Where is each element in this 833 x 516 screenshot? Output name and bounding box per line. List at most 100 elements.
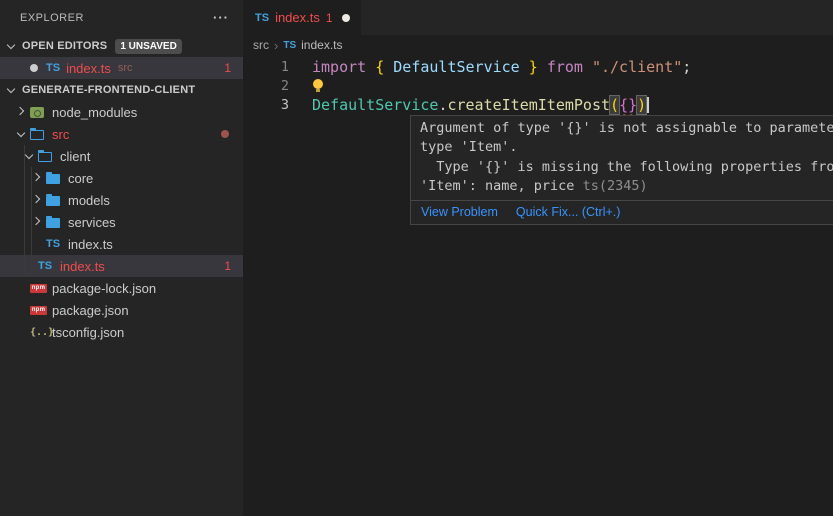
tree-item-package-json[interactable]: npm package.json (0, 299, 243, 321)
code-token: DefaultService (312, 96, 438, 114)
npm-icon: npm (30, 306, 47, 315)
chevron-right-icon (30, 192, 46, 208)
chevron-right-icon (30, 170, 46, 186)
tooltip-message: Argument of type '{}' is not assignable … (411, 116, 833, 200)
workspace-label: GENERATE-FRONTEND-CLIENT (22, 84, 195, 96)
tree-item-client[interactable]: client (0, 145, 243, 167)
tree-item-src[interactable]: src (0, 123, 243, 145)
tab-bar: TS index.ts 1 (243, 0, 833, 35)
chevron-right-icon (30, 214, 46, 230)
tab-index-ts[interactable]: TS index.ts 1 (243, 0, 361, 35)
code-token: . (438, 96, 447, 114)
folder-open-icon (30, 130, 44, 140)
tree-item-package-lock-json[interactable]: npmpackage-lock.json (0, 277, 243, 299)
tooltip-message-line: Argument of type '{}' is not assignable … (420, 119, 833, 138)
tree-item-label: core (68, 171, 93, 186)
view-problem-link[interactable]: View Problem (421, 205, 498, 219)
open-editor-filename: index.ts (66, 61, 111, 76)
chevron-spacer (30, 236, 46, 252)
tree-item-index-ts[interactable]: TS index.ts (0, 233, 243, 255)
quick-fix-link[interactable]: Quick Fix... (Ctrl+.) (516, 205, 621, 219)
code-token: "./client" (592, 58, 682, 76)
code-token: ; (682, 58, 691, 76)
code-token (366, 58, 375, 76)
code-token: createItemItemPost (447, 96, 610, 114)
typescript-file-icon: TS (38, 260, 52, 272)
code-line: 3 DefaultService.createItemItemPost({}) (243, 96, 833, 115)
code-token (538, 58, 547, 76)
typescript-file-icon: TS (283, 40, 296, 51)
typescript-file-icon: TS (255, 12, 269, 24)
folder-open-icon (38, 152, 52, 162)
tree-item-label: client (60, 149, 90, 164)
workspace-section-header[interactable]: GENERATE-FRONTEND-CLIENT (0, 79, 243, 101)
code-line-content: DefaultService.createItemItemPost({}) (312, 96, 649, 114)
tooltip-message-line: type 'Item'. (420, 138, 833, 157)
explorer-sidebar: EXPLORER ··· OPEN EDITORS 1 UNSAVED TS i… (0, 0, 243, 516)
vscode-window: EXPLORER ··· OPEN EDITORS 1 UNSAVED TS i… (0, 0, 833, 516)
tab-filename: index.ts (275, 10, 320, 25)
tree-item-label: package.json (52, 303, 129, 318)
folder-node-modules-icon (30, 107, 44, 118)
icon-slot (38, 148, 58, 164)
modified-dot-icon[interactable] (30, 64, 38, 72)
more-actions-icon[interactable]: ··· (213, 10, 229, 25)
folder-icon (46, 196, 60, 206)
modified-dot-icon[interactable] (342, 14, 350, 22)
open-editor-item[interactable]: TS index.ts src 1 (0, 57, 243, 79)
unsaved-badge: 1 UNSAVED (115, 39, 182, 54)
code-token: import (312, 58, 366, 76)
tree-item-label: src (52, 127, 69, 142)
icon-slot: npm (30, 302, 50, 318)
tooltip-message-line: 'Item': name, price ts(2345) (420, 177, 833, 196)
tree-item-label: index.ts (68, 237, 113, 252)
open-editors-label: OPEN EDITORS (22, 40, 107, 52)
tree-item-core[interactable]: core (0, 167, 243, 189)
chevron-spacer (22, 258, 38, 274)
file-tree: node_modulessrc client core models services T… (0, 101, 243, 343)
tree-item-services[interactable]: services (0, 211, 243, 233)
code-line-content: import { DefaultService } from "./client… (312, 58, 691, 76)
icon-slot: {..} (30, 324, 50, 340)
icon-slot (30, 104, 50, 120)
tree-item-index-ts[interactable]: TSindex.ts1 (0, 255, 243, 277)
chevron-spacer (14, 324, 30, 340)
tree-item-label: services (68, 215, 116, 230)
open-editors-header[interactable]: OPEN EDITORS 1 UNSAVED (0, 35, 243, 57)
folder-icon (46, 218, 60, 228)
json-braces-icon: {..} (30, 327, 54, 338)
error-dot-icon (221, 130, 229, 138)
typescript-file-icon: TS (46, 62, 60, 74)
tree-item-models[interactable]: models (0, 189, 243, 211)
tree-item-label: index.ts (60, 259, 105, 274)
tree-item-node-modules[interactable]: node_modules (0, 101, 243, 123)
code-token (384, 58, 393, 76)
lightbulb-icon[interactable] (312, 79, 324, 94)
editor-area: TS index.ts 1 src › TS index.ts 1 import … (243, 0, 833, 516)
chevron-down-icon (4, 38, 20, 54)
code-line: 2 (243, 76, 833, 95)
code-token: ( (610, 96, 619, 114)
breadcrumb-item-src[interactable]: src (253, 38, 269, 52)
line-number: 1 (243, 59, 289, 75)
tree-item-label: node_modules (52, 105, 137, 120)
breadcrumb: src › TS index.ts (243, 35, 833, 55)
tooltip-message-line: Type '{}' is missing the following prope… (420, 158, 833, 177)
code-token: {} (619, 96, 637, 114)
icon-slot (46, 192, 66, 208)
explorer-header: EXPLORER ··· (0, 0, 243, 35)
line-number: 3 (243, 97, 289, 113)
breadcrumb-item-file[interactable]: index.ts (301, 38, 342, 52)
npm-icon: npm (30, 284, 47, 293)
tree-item-tsconfig-json[interactable]: {..}tsconfig.json (0, 321, 243, 343)
breadcrumb-separator-icon: › (274, 38, 278, 53)
code-token: ) (637, 96, 646, 114)
folder-icon (46, 174, 60, 184)
code-editor[interactable]: 1 import { DefaultService } from "./clien… (243, 55, 833, 115)
code-token: { (375, 58, 384, 76)
typescript-file-icon: TS (46, 238, 60, 250)
code-token (520, 58, 529, 76)
tree-item-label: tsconfig.json (52, 325, 124, 340)
icon-slot: TS (38, 258, 58, 274)
code-line-content (312, 78, 324, 94)
